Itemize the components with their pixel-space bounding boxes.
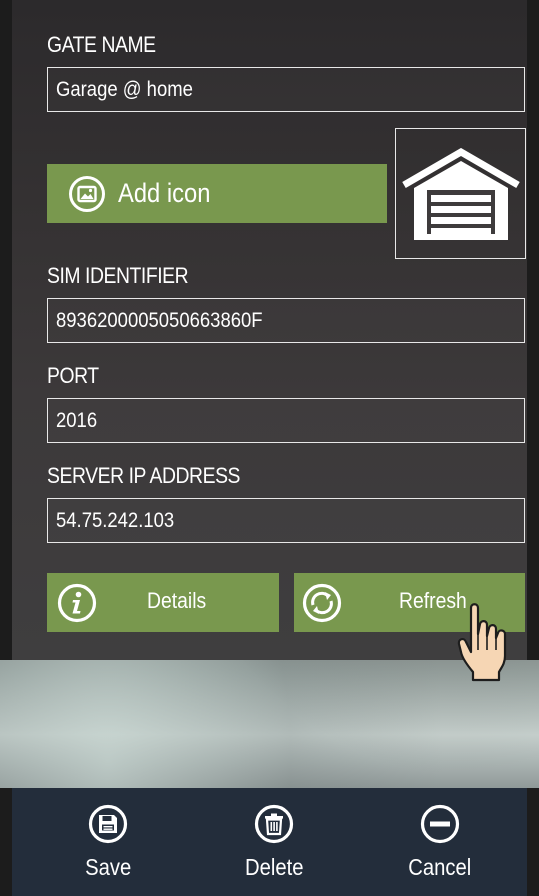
gate-name-value: Garage @ home	[56, 77, 193, 101]
gate-name-field[interactable]: Garage @ home	[47, 67, 525, 112]
server-ip-value: 54.75.242.103	[56, 508, 175, 532]
garage-icon	[401, 147, 520, 240]
refresh-icon	[302, 583, 342, 623]
server-ip-field[interactable]: 54.75.242.103	[47, 498, 525, 543]
floppy-disk-icon	[88, 804, 128, 844]
sim-identifier-label: SIM IDENTIFIER	[47, 263, 189, 288]
port-value: 2016	[56, 408, 98, 432]
sim-identifier-field[interactable]: 8936200005050663860F	[47, 298, 525, 343]
trash-icon	[254, 804, 294, 844]
delete-label: Delete	[244, 854, 304, 880]
cancel-label: Cancel	[408, 854, 472, 880]
gate-icon-preview[interactable]	[395, 128, 526, 259]
server-ip-label: SERVER IP ADDRESS	[47, 463, 241, 488]
gate-name-label: GATE NAME	[47, 32, 156, 57]
bottom-toolbar: Save Delete Cancel	[0, 788, 539, 896]
save-button[interactable]: Save	[48, 788, 168, 896]
sim-identifier-value: 8936200005050663860F	[56, 308, 263, 332]
add-icon-button[interactable]: Add icon	[47, 164, 387, 223]
cancel-button[interactable]: Cancel	[380, 788, 500, 896]
info-icon	[57, 583, 97, 623]
add-icon-label: Add icon	[118, 178, 211, 208]
gate-settings-screen: GATE NAME Garage @ home Add icon SIM IDE…	[0, 0, 539, 896]
gate-form: GATE NAME Garage @ home Add icon SIM IDE…	[0, 0, 539, 660]
port-field[interactable]: 2016	[47, 398, 525, 443]
delete-button[interactable]: Delete	[214, 788, 334, 896]
port-label: PORT	[47, 363, 99, 388]
details-button[interactable]: Details	[47, 573, 279, 632]
minus-circle-icon	[420, 804, 460, 844]
image-icon	[68, 175, 106, 213]
details-label: Details	[147, 588, 207, 613]
hand-pointer-icon	[457, 603, 507, 682]
save-label: Save	[84, 854, 132, 880]
